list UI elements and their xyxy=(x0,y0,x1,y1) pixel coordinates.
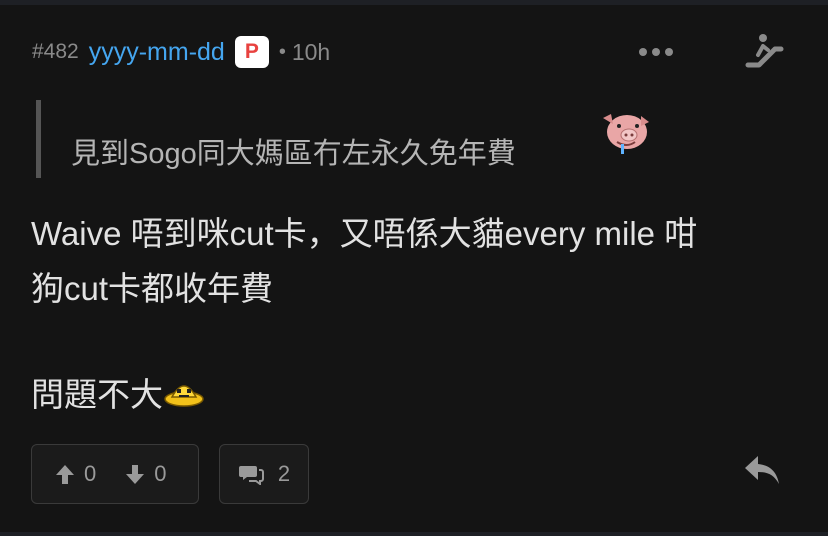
bottom-border xyxy=(0,532,828,536)
content-line-3: 問題不大 xyxy=(31,367,811,425)
downvote-count: 0 xyxy=(154,461,167,486)
post-number: #482 xyxy=(32,40,79,63)
post-time: 10h xyxy=(291,38,331,65)
content-line-2: 狗cut卡都收年費 xyxy=(31,270,274,307)
drooling-pig-icon xyxy=(597,108,653,161)
more-options-button[interactable] xyxy=(636,38,676,66)
yellow-ufo-icon xyxy=(163,370,205,425)
reply-icon xyxy=(745,456,779,484)
escalator-icon xyxy=(745,34,784,68)
vote-controls: 0 0 xyxy=(31,444,199,504)
quote-text: 見到Sogo同大媽區冇左永久免年費 xyxy=(71,138,516,170)
comments-icon xyxy=(238,466,264,485)
content-line-1: Waive 唔到咪cut卡，又唔係大貓every mile 咁 xyxy=(31,215,698,252)
username-link[interactable]: yyyy-mm-dd xyxy=(89,38,225,67)
content-line-3-text: 問題不大 xyxy=(31,376,163,413)
upvote-count: 0 xyxy=(84,461,97,486)
badge-letter: P xyxy=(244,40,259,63)
arrow-down-icon xyxy=(126,465,145,484)
reply-button[interactable] xyxy=(742,452,782,488)
comment-count: 2 xyxy=(277,461,291,486)
comments-button[interactable]: 2 xyxy=(219,444,309,504)
upvote-button[interactable]: 0 xyxy=(54,461,96,487)
arrow-up-icon xyxy=(56,465,74,484)
downvote-button[interactable]: 0 xyxy=(124,461,167,487)
post-content: Waive 唔到咪cut卡，又唔係大貓every mile 咁 狗cut卡都收年… xyxy=(31,206,811,425)
quoted-message: 見到Sogo同大媽區冇左永久免年費 xyxy=(36,100,661,178)
user-badge: P xyxy=(234,36,269,68)
more-dots-icon xyxy=(639,48,673,56)
post-header: #482 yyyy-mm-dd P • 10h xyxy=(32,36,330,68)
escalator-button[interactable] xyxy=(742,32,784,70)
top-border xyxy=(0,0,828,5)
separator-dot: • xyxy=(278,40,286,63)
